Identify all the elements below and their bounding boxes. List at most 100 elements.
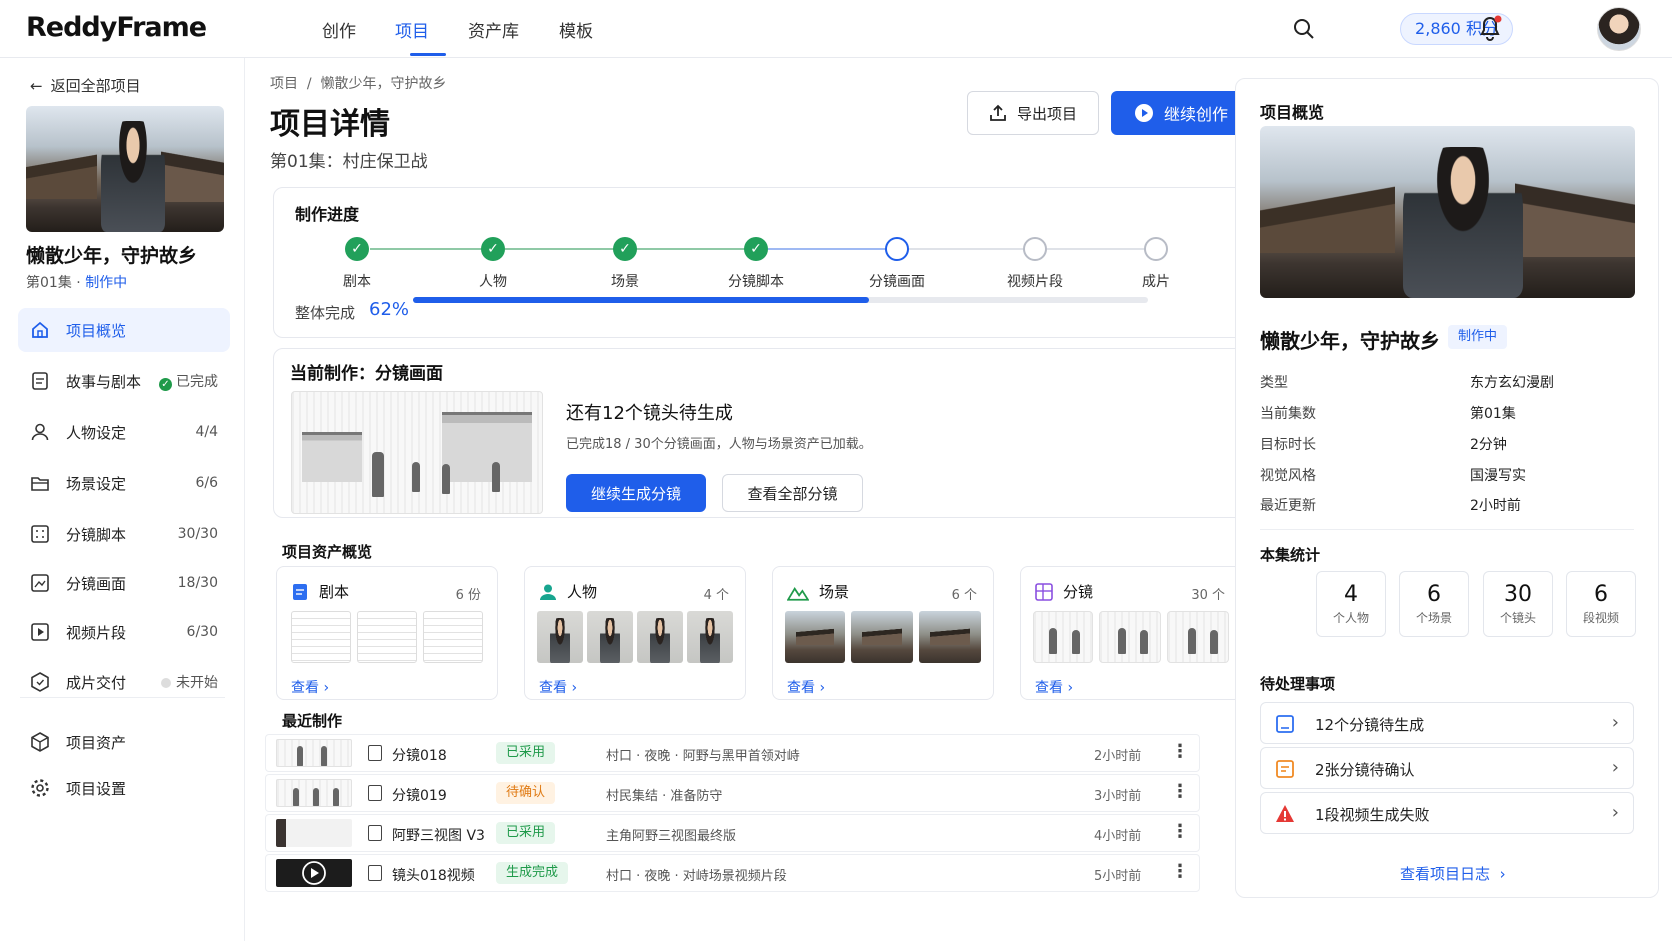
video-thumbnail xyxy=(276,859,352,887)
chevron-right-icon: › xyxy=(1067,680,1074,696)
stat-shots: 30 个镜头 xyxy=(1483,571,1553,637)
todo-item-video-failed[interactable]: 1段视频生成失败 › xyxy=(1260,792,1634,834)
stat-scenes: 6 个场景 xyxy=(1399,571,1469,637)
more-vertical-icon[interactable]: ⋮ xyxy=(1171,741,1189,763)
progress-step-video[interactable]: 视频片段 xyxy=(985,237,1085,291)
nav-projects[interactable]: 项目 xyxy=(395,17,429,42)
asset-card-characters[interactable]: 人物 4 个 查看 › xyxy=(524,566,746,700)
storyboard-preview[interactable] xyxy=(291,391,543,514)
back-link[interactable]: ← 返回全部项目 xyxy=(30,75,141,96)
sidebar-item-video[interactable]: 视频片段 6/30 xyxy=(18,610,230,654)
export-button[interactable]: 导出项目 xyxy=(967,91,1099,135)
user-avatar[interactable] xyxy=(1597,7,1641,51)
progress-step-final[interactable]: 成片 xyxy=(1106,237,1206,291)
todo-item-pending-storyboards[interactable]: 12个分镜待生成 › xyxy=(1260,702,1634,744)
table-row[interactable]: 阿野三视图 V3 已采用 主角阿野三视图最终版 4小时前 ⋮ xyxy=(265,814,1200,852)
divider xyxy=(1260,529,1634,530)
image-icon xyxy=(30,573,50,593)
sidebar-divider xyxy=(20,697,225,698)
character-thumbnail xyxy=(587,611,633,663)
view-project-log-link[interactable]: 查看项目日志 › xyxy=(1400,863,1506,884)
progress-step-storyboard-frames[interactable]: 分镜画面 xyxy=(847,237,947,291)
warning-icon xyxy=(1276,805,1294,822)
todo-item-confirm-storyboards[interactable]: 2张分镜待确认 › xyxy=(1260,747,1634,789)
note-icon xyxy=(1276,760,1294,778)
home-icon xyxy=(30,320,50,340)
search-icon[interactable] xyxy=(1292,17,1316,41)
chevron-right-icon: › xyxy=(819,680,826,696)
asset-view-link[interactable]: 查看 › xyxy=(1035,677,1073,697)
sidebar-item-characters[interactable]: 人物设定 4/4 xyxy=(18,410,230,454)
asset-card-count: 4 个 xyxy=(703,588,729,603)
progress-step-scenes[interactable]: ✓ 场景 xyxy=(575,237,675,291)
gear-icon xyxy=(30,778,50,798)
field-label: 目标时长 xyxy=(1260,437,1316,453)
bell-icon[interactable] xyxy=(1477,14,1503,42)
breadcrumb-current: 懒散少年，守护故乡 xyxy=(320,76,447,92)
sidebar-item-label: 项目设置 xyxy=(66,779,127,798)
chevron-right-icon: › xyxy=(1499,865,1506,883)
row-time: 3小时前 xyxy=(1094,789,1142,804)
arrow-left-icon: ← xyxy=(30,77,43,95)
tablet-icon xyxy=(1276,715,1294,733)
sidebar-item-label: 成片交付 xyxy=(66,673,127,692)
page-title: 项目详情 xyxy=(270,107,390,142)
status-badge: ✓ 已完成 xyxy=(159,371,218,391)
sidebar-item-storyboard-frames[interactable]: 分镜画面 18/30 xyxy=(18,561,230,605)
row-time: 5小时前 xyxy=(1094,869,1142,884)
overview-cover xyxy=(1260,126,1635,298)
asset-view-link[interactable]: 查看 › xyxy=(787,677,825,697)
check-icon: ✓ xyxy=(613,237,637,261)
continue-create-button[interactable]: 继续创作 xyxy=(1111,91,1251,135)
step-label: 人物 xyxy=(479,274,507,290)
progress-step-storyboard-script[interactable]: ✓ 分镜脚本 xyxy=(706,237,806,291)
current-production-title: 当前制作：分镜画面 xyxy=(290,364,443,384)
asset-card-count: 6 份 xyxy=(455,588,481,603)
progress-step-characters[interactable]: ✓ 人物 xyxy=(443,237,543,291)
asset-view-link[interactable]: 查看 › xyxy=(539,677,577,697)
app-logo[interactable]: ReddyFrame xyxy=(26,12,207,43)
chevron-right-icon: › xyxy=(1611,802,1619,823)
status-badge: 已采用 xyxy=(496,822,556,844)
overall-progress-value: 62% xyxy=(369,299,410,320)
asset-view-link[interactable]: 查看 › xyxy=(291,677,329,697)
pending-shots-headline: 还有12个镜头待生成 xyxy=(566,403,733,424)
table-row[interactable]: 分镜018 已采用 村口 · 夜晚 · 阿野与黑甲首领对峙 2小时前 ⋮ xyxy=(265,734,1200,772)
asset-card-count: 6 个 xyxy=(951,588,977,603)
sidebar-item-script[interactable]: 故事与剧本 ✓ 已完成 xyxy=(18,359,230,403)
more-vertical-icon[interactable]: ⋮ xyxy=(1171,781,1189,803)
chevron-right-icon: › xyxy=(1611,757,1619,778)
progress-step-script[interactable]: ✓ 剧本 xyxy=(307,237,407,291)
nav-create[interactable]: 创作 xyxy=(322,17,356,42)
table-row[interactable]: 镜头018视频 生成完成 村口 · 夜晚 · 对峙场景视频片段 5小时前 ⋮ xyxy=(265,854,1200,892)
continue-generate-button[interactable]: 继续生成分镜 xyxy=(566,474,706,512)
table-row[interactable]: 分镜019 待确认 村民集结 · 准备防守 3小时前 ⋮ xyxy=(265,774,1200,812)
sidebar-item-storyboard-script[interactable]: 分镜脚本 30/30 xyxy=(18,512,230,556)
sidebar-item-label: 人物设定 xyxy=(66,423,127,442)
user-icon xyxy=(540,584,556,600)
more-vertical-icon[interactable]: ⋮ xyxy=(1171,821,1189,843)
sidebar-item-overview[interactable]: 项目概览 xyxy=(18,308,230,352)
play-circle-icon xyxy=(302,861,326,885)
sidebar-item-label: 分镜脚本 xyxy=(66,525,127,544)
field-value: 东方玄幻漫剧 xyxy=(1470,375,1554,391)
pending-step-indicator xyxy=(1144,237,1168,261)
breadcrumb-root[interactable]: 项目 xyxy=(270,76,298,92)
sidebar-item-project-assets[interactable]: 项目资产 xyxy=(18,720,230,764)
nav-templates[interactable]: 模板 xyxy=(559,17,593,42)
asset-card-storyboards[interactable]: 分镜 30 个 查看 › xyxy=(1020,566,1242,700)
chevron-right-icon: › xyxy=(1611,712,1619,733)
sidebar-item-project-settings[interactable]: 项目设置 xyxy=(18,766,230,810)
sidebar-item-scenes[interactable]: 场景设定 6/6 xyxy=(18,461,230,505)
field-value: 国漫写实 xyxy=(1470,468,1526,484)
asset-card-title: 剧本 xyxy=(319,583,350,601)
nav-assets[interactable]: 资产库 xyxy=(468,17,519,42)
file-icon xyxy=(368,745,382,761)
sidebar-item-label: 分镜画面 xyxy=(66,574,127,593)
export-button-label: 导出项目 xyxy=(1016,104,1077,123)
view-all-storyboards-button[interactable]: 查看全部分镜 xyxy=(722,474,863,512)
asset-card-script[interactable]: 剧本 6 份 查看 › xyxy=(276,566,498,700)
asset-card-scenes[interactable]: 场景 6 个 查看 › xyxy=(772,566,994,700)
file-icon xyxy=(368,865,382,881)
more-vertical-icon[interactable]: ⋮ xyxy=(1171,861,1189,883)
